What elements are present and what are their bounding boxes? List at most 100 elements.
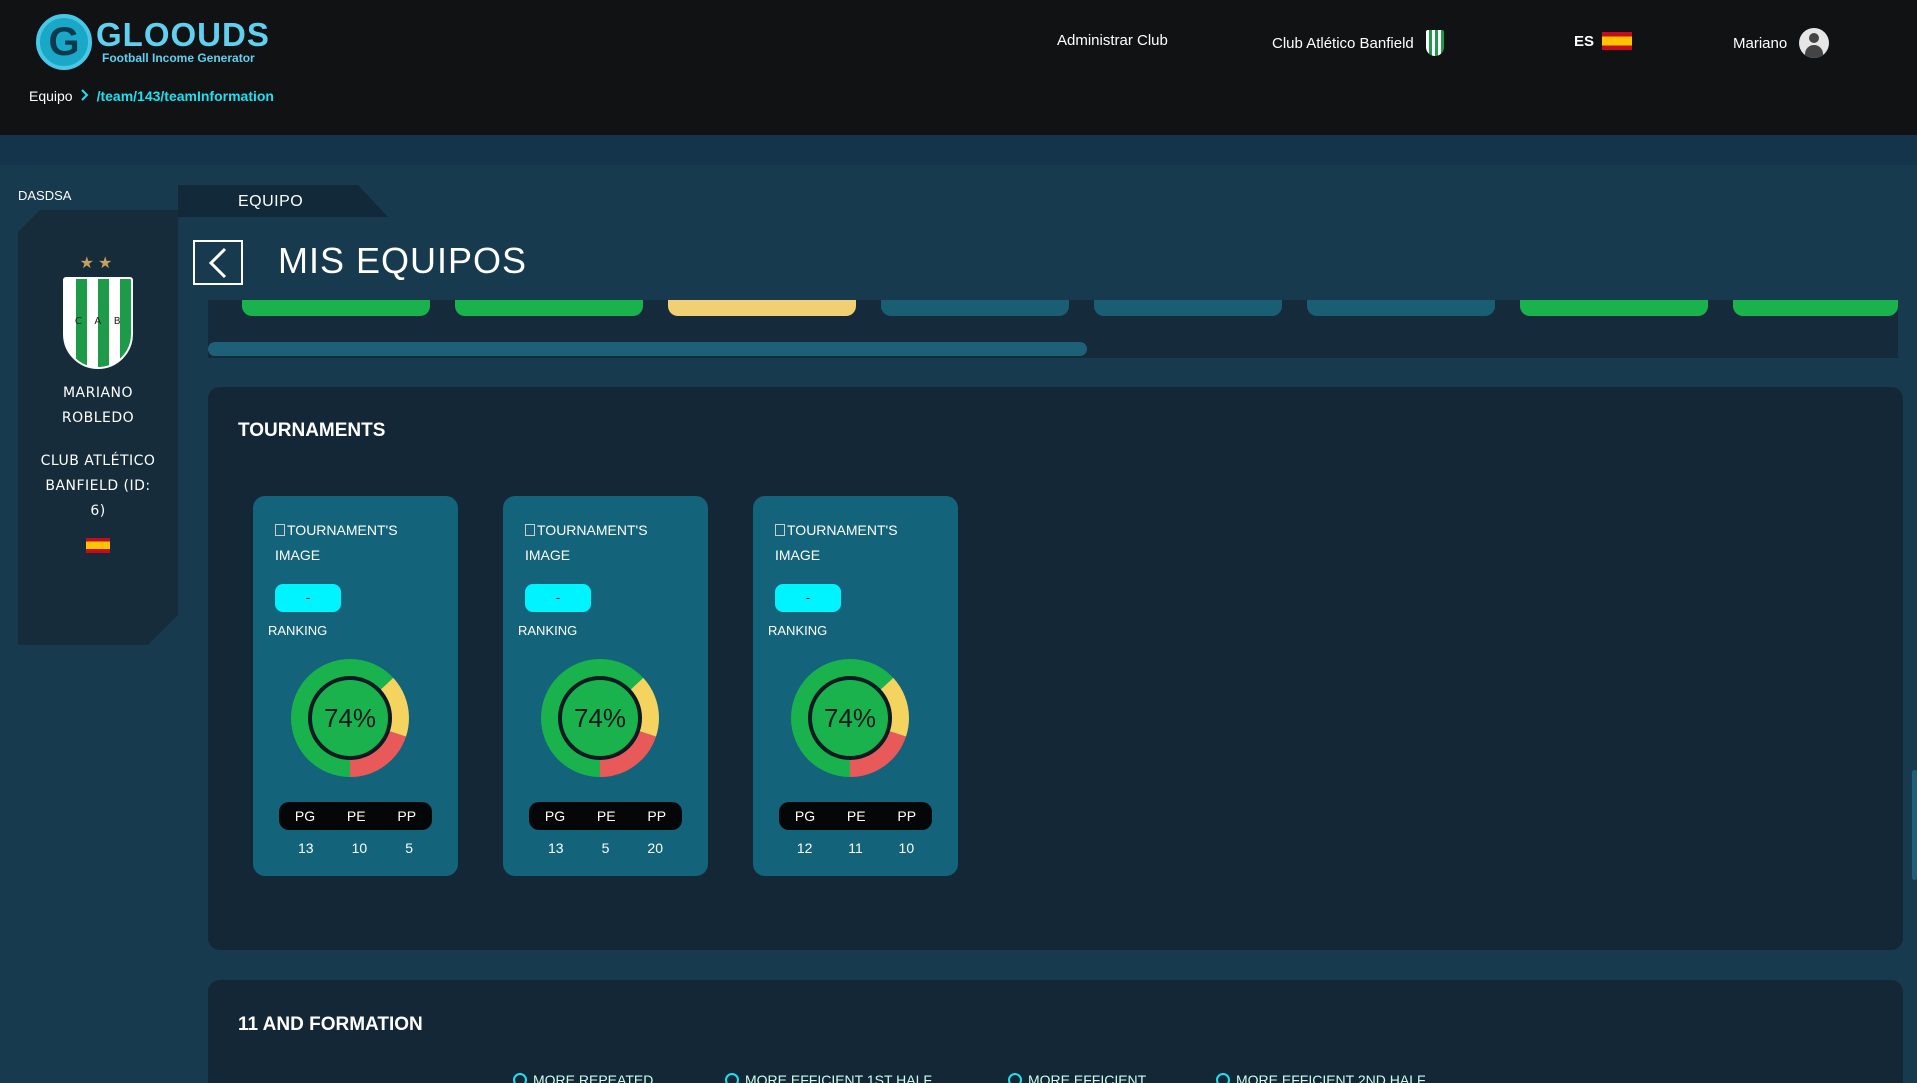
stat-value: 5 — [601, 840, 610, 856]
header-band — [0, 135, 1917, 165]
radio-icon — [725, 1073, 739, 1083]
stats-header: PG PE PP — [529, 802, 682, 830]
broken-image-icon — [275, 524, 285, 536]
stat-head: PG — [544, 808, 566, 824]
team-tile[interactable] — [1520, 300, 1708, 316]
breadcrumb: Equipo /team/143/teamInformation — [29, 88, 274, 104]
stars-icon: ★★ — [79, 253, 117, 272]
nav-lang-label: ES — [1574, 32, 1595, 50]
tournament-card[interactable]: TOURNAMENT'S IMAGE - RANKING 74% PG PE PP 13 10 5 — [253, 496, 458, 876]
team-tile[interactable] — [881, 300, 1069, 316]
sidebar-label: DASDSA — [18, 188, 72, 203]
tournament-card[interactable]: TOURNAMENT'S IMAGE - RANKING 74% PG PE PP 12 11 1… — [753, 496, 958, 876]
nav-club-label: Club Atlético Banfield — [1272, 34, 1414, 52]
club-crest-icon: C A B — [63, 277, 133, 369]
stat-head: PP — [397, 808, 417, 824]
club-name: CLUB ATLÉTICO BANFIELD (ID: 6) — [40, 453, 156, 519]
formation-option[interactable]: MORE REPEATED — [513, 1072, 653, 1083]
spain-flag-icon — [86, 538, 110, 553]
team-tile[interactable] — [1733, 300, 1898, 316]
nav-admin-label: Administrar Club — [1057, 32, 1168, 49]
radio-icon — [1216, 1073, 1230, 1083]
nav-admin-club[interactable]: Administrar Club — [1057, 32, 1168, 49]
top-bar: G GLOOUDS Football Income Generator Equi… — [0, 0, 1917, 135]
page-scrollbar[interactable] — [1912, 770, 1917, 880]
radio-icon — [1008, 1073, 1022, 1083]
stat-value: 20 — [647, 840, 663, 856]
win-rate-donut: 74% — [541, 659, 659, 777]
ranking-label: RANKING — [268, 623, 328, 638]
team-profile-content: ★★ C A B MARIANO ROBLEDO CLUB ATLÉTICO B… — [18, 250, 178, 562]
tab-equipo[interactable]: EQUIPO — [178, 185, 388, 217]
radio-icon — [513, 1073, 527, 1083]
chevron-right-icon — [80, 88, 89, 104]
stat-head: PE — [596, 808, 616, 824]
tournaments-panel: TOURNAMENTS — [208, 387, 1903, 950]
ranking-label: RANKING — [768, 623, 828, 638]
ranking-badge: - — [525, 584, 591, 612]
stat-value: 13 — [298, 840, 314, 856]
logo[interactable]: G GLOOUDS Football Income Generator — [36, 14, 270, 70]
donut-percent: 74% — [324, 703, 376, 733]
team-tile[interactable] — [668, 300, 856, 316]
logo-mark: G — [36, 14, 92, 70]
stat-head: PE — [846, 808, 866, 824]
user-avatar-icon — [1799, 28, 1830, 58]
ranking-label: RANKING — [518, 623, 578, 638]
team-tile[interactable] — [455, 300, 643, 316]
broken-image-icon — [525, 524, 535, 536]
crest-letter: B — [113, 316, 122, 327]
formation-title: 11 AND FORMATION — [238, 1014, 423, 1035]
team-tile[interactable] — [1307, 300, 1495, 316]
stat-value: 10 — [898, 840, 915, 856]
team-tile[interactable] — [1094, 300, 1282, 316]
crest-letter: A — [94, 316, 102, 327]
ranking-badge: - — [275, 584, 341, 612]
stat-head: PE — [346, 808, 366, 824]
chevron-left-icon — [208, 247, 227, 278]
tournament-image: TOURNAMENT'S IMAGE — [525, 522, 648, 563]
formation-option[interactable]: MORE EFFICIENT 1ST HALF — [725, 1072, 932, 1083]
back-button[interactable] — [193, 240, 243, 285]
stat-head: PG — [294, 808, 316, 824]
ranking-badge: - — [775, 584, 841, 612]
logo-subtitle: Football Income Generator — [102, 51, 255, 65]
spain-flag-icon — [1602, 32, 1633, 50]
stat-value: 11 — [848, 840, 863, 856]
stat-head: PG — [794, 808, 816, 824]
stats-header: PG PE PP — [779, 802, 932, 830]
club-shield-icon — [1425, 30, 1444, 56]
tournament-card[interactable]: TOURNAMENT'S IMAGE - RANKING 74% PG PE PP 13 5 20 — [503, 496, 708, 876]
formation-option[interactable]: MORE EFFICIENT — [1008, 1072, 1146, 1083]
formation-option[interactable]: MORE EFFICIENT 2ND HALF — [1216, 1072, 1426, 1083]
page-title: MIS EQUIPOS — [278, 240, 528, 281]
stats-values: 13 5 20 — [529, 840, 682, 856]
stat-head: PP — [897, 808, 917, 824]
teams-carousel[interactable] — [208, 300, 1898, 358]
donut-percent: 74% — [574, 703, 626, 733]
stat-value: 12 — [796, 840, 813, 856]
stat-value: 10 — [351, 840, 368, 856]
stat-head: PP — [647, 808, 667, 824]
logo-title: GLOOUDS — [96, 16, 270, 53]
nav-user-label: Mariano — [1733, 34, 1788, 52]
carousel-scrollbar[interactable] — [208, 342, 1087, 356]
nav-language[interactable]: ES — [1574, 32, 1633, 50]
stat-value: 5 — [405, 840, 413, 856]
tournament-image: TOURNAMENT'S IMAGE — [275, 522, 398, 563]
broken-image-icon — [775, 524, 785, 536]
tournaments-title: TOURNAMENTS — [238, 420, 386, 441]
breadcrumb-path[interactable]: /team/143/teamInformation — [97, 88, 274, 104]
stat-value: 13 — [548, 840, 564, 856]
manager-name: MARIANO ROBLEDO — [61, 385, 135, 426]
crest-letter: C — [74, 316, 83, 327]
tournament-image: TOURNAMENT'S IMAGE — [775, 522, 898, 563]
nav-user[interactable]: Mariano — [1733, 28, 1830, 58]
win-rate-donut: 74% — [291, 659, 409, 777]
team-tile[interactable] — [242, 300, 430, 316]
stats-header: PG PE PP — [279, 802, 432, 830]
donut-percent: 74% — [824, 703, 876, 733]
nav-club-selector[interactable]: Club Atlético Banfield — [1272, 30, 1444, 56]
stats-values: 12 11 10 — [779, 840, 932, 856]
breadcrumb-root[interactable]: Equipo — [29, 88, 73, 104]
